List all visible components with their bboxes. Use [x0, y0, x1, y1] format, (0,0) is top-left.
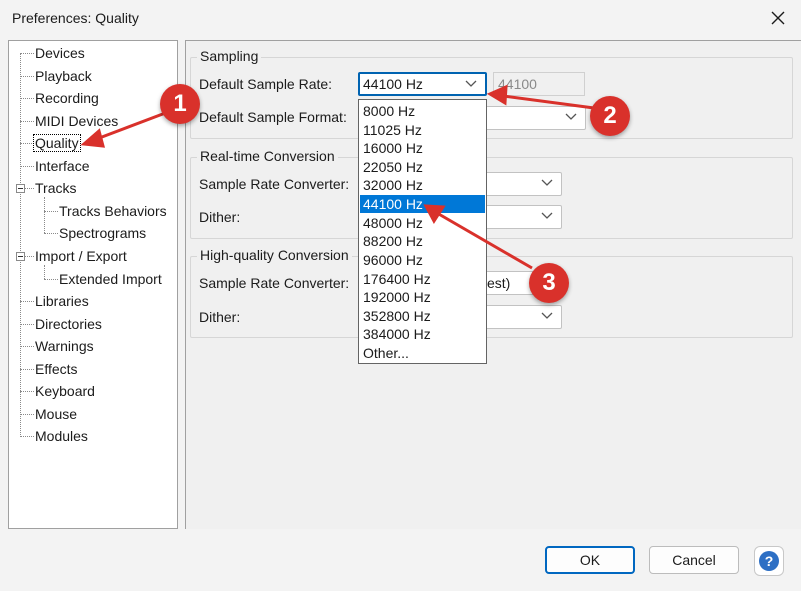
arrow-2-head-icon [486, 84, 508, 106]
arrow-3-line [436, 211, 533, 270]
arrow-1-line [93, 110, 169, 142]
annotation-arrows [80, 84, 595, 270]
arrow-3-head-icon [423, 204, 446, 224]
annotation-badge-2: 2 [590, 96, 630, 136]
arrow-2-line [502, 94, 595, 110]
annotation-badge-3: 3 [529, 263, 569, 303]
arrow-1-head-icon [80, 128, 106, 148]
annotation-badge-1: 1 [160, 84, 200, 124]
